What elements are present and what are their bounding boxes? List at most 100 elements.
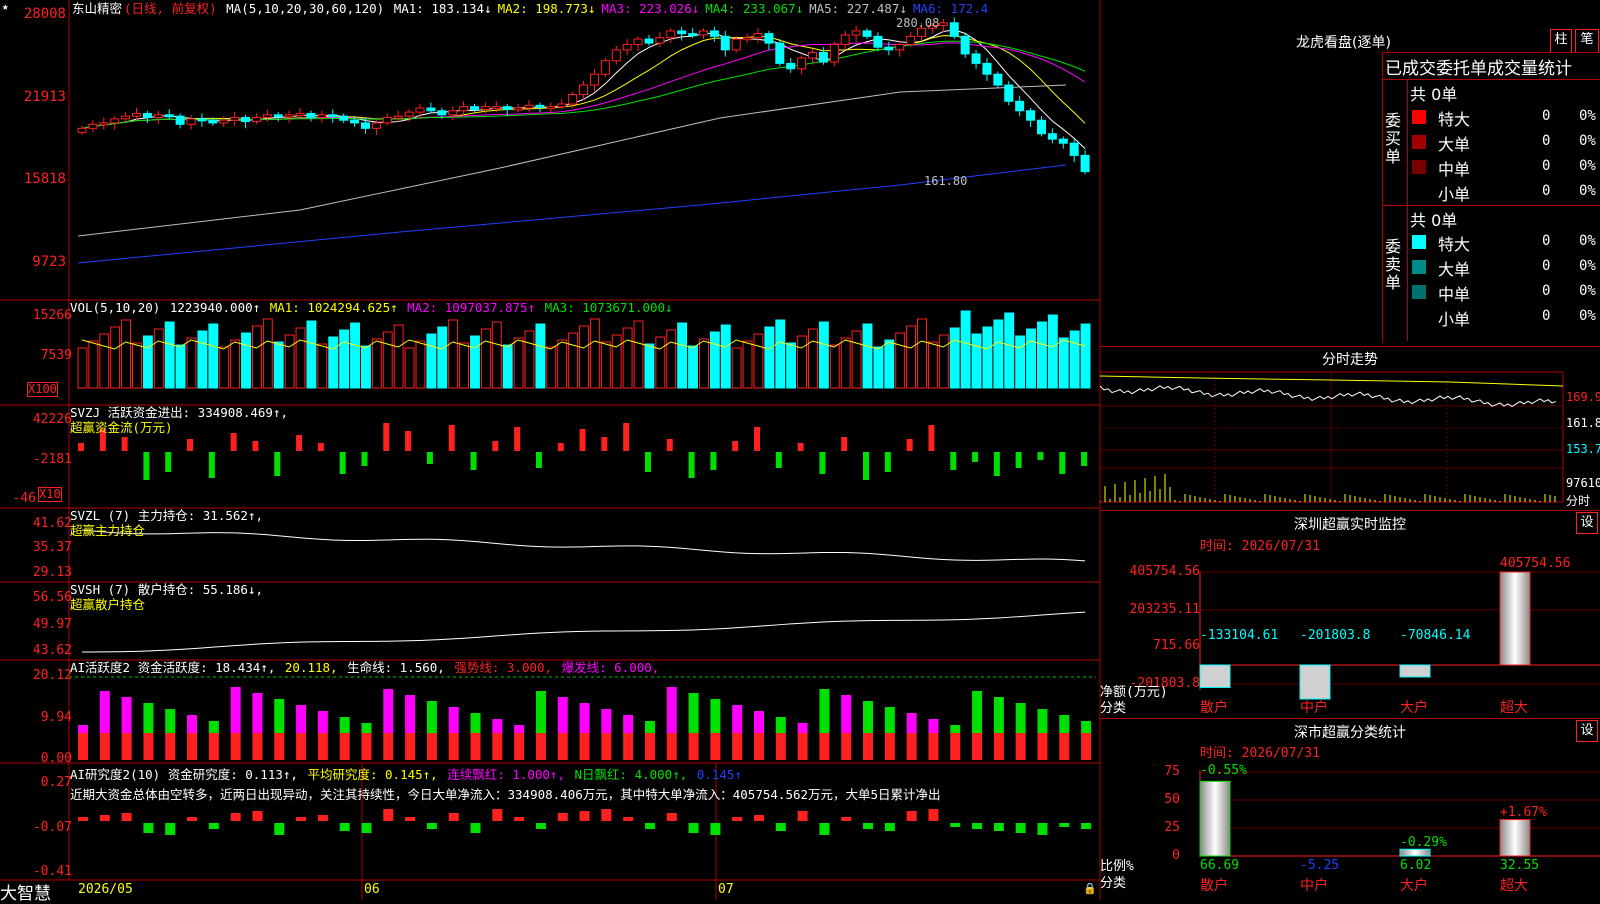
- activity-bar: [841, 695, 852, 733]
- candle-body: [262, 114, 272, 119]
- svzl-title: SVZL (7) 主力持仓: 31.562↑,: [70, 508, 263, 523]
- app-window: 东山精密 (日线, 前复权) MA(5,10,20,30,60,120) MA1:…: [0, 0, 1600, 904]
- research-bar: [993, 823, 1004, 831]
- candle-body: [470, 106, 480, 110]
- volume-bar: [644, 343, 655, 389]
- ai2-ytick: -0.41: [32, 864, 72, 879]
- volume-bar: [175, 344, 186, 389]
- monitor-bar: [1299, 664, 1331, 700]
- flow-bar-positive: [252, 441, 259, 451]
- volume-bar: [808, 328, 818, 389]
- vol-ytick: 15266: [32, 308, 72, 323]
- flow-bar-negative: [1037, 452, 1044, 460]
- volume-bar: [1069, 330, 1080, 389]
- ma6-line: [77, 164, 1067, 264]
- volume-bar: [600, 341, 611, 389]
- activity-bar: [1081, 721, 1092, 733]
- candle-body: [502, 106, 512, 110]
- volume-bar: [415, 340, 426, 389]
- flow-bar-positive: [797, 443, 804, 451]
- classify-settings-button[interactable]: 设: [1576, 720, 1598, 742]
- candle-body: [742, 37, 752, 41]
- activity-base: [1081, 733, 1092, 760]
- monitor-settings-button[interactable]: 设: [1576, 512, 1598, 534]
- volume-bar: [88, 340, 99, 389]
- lock-icon[interactable]: 🔒: [1083, 882, 1097, 895]
- buy-color-swatch: [1412, 185, 1426, 199]
- main-header: 东山精密 (日线, 前复权) MA(5,10,20,30,60,120) MA1:…: [72, 1, 996, 17]
- monitor-bar: [1499, 571, 1531, 666]
- volume-bar: [1026, 328, 1036, 389]
- buy-row-name: 大单: [1438, 135, 1471, 154]
- classify-xlabel: 分类: [1100, 876, 1127, 891]
- flow-bar-negative: [426, 452, 433, 464]
- activity-bar: [644, 721, 655, 733]
- candle-body: [688, 33, 698, 37]
- volume-bar: [273, 341, 284, 389]
- activity-base: [928, 733, 939, 760]
- period-label[interactable]: (日线, 前复权): [124, 1, 217, 16]
- activity-bar: [317, 711, 328, 733]
- classify-category: 中户: [1300, 878, 1328, 894]
- price-ytick: 21913: [23, 89, 66, 105]
- volume-bar: [491, 321, 502, 389]
- activity-bar: [1015, 703, 1026, 733]
- activity-base: [383, 733, 394, 760]
- activity-base: [78, 733, 88, 760]
- volume-bar: [1058, 337, 1069, 389]
- sell-row-pct: 0%: [1579, 233, 1596, 249]
- activity-bar: [732, 705, 743, 733]
- volume-bar: [764, 326, 775, 389]
- candle-body: [110, 118, 120, 124]
- activity-bar: [884, 707, 895, 733]
- intraday-chart[interactable]: [1100, 368, 1600, 508]
- sell-row-pct: 0%: [1579, 308, 1596, 324]
- buy-color-swatch: [1412, 160, 1426, 174]
- bar-mode-button[interactable]: 柱: [1550, 29, 1572, 53]
- activity-base: [797, 733, 808, 760]
- activity-base: [448, 733, 459, 760]
- volume-bar: [666, 329, 677, 389]
- candle-body: [480, 106, 490, 110]
- research-bar: [1059, 823, 1070, 827]
- volume-bar: [339, 329, 350, 389]
- sell-row-value: 0: [1542, 258, 1551, 274]
- research-bar: [535, 823, 546, 829]
- volume-bar: [121, 319, 132, 389]
- flow-bar-positive: [383, 423, 390, 451]
- research-bar: [208, 823, 219, 829]
- volume-bar: [633, 320, 644, 389]
- ma-params: MA(5,10,20,30,60,120): [226, 1, 385, 16]
- volume-bar: [470, 335, 480, 389]
- volume-bar: [295, 327, 306, 389]
- activity-base: [426, 733, 437, 760]
- tick-mode-button[interactable]: 笔: [1575, 29, 1599, 53]
- vol-unit: X100: [27, 382, 58, 397]
- activity-bar: [666, 687, 677, 733]
- intraday-price-line: [1100, 385, 1557, 408]
- candle-body: [284, 114, 294, 118]
- activity-base: [666, 733, 677, 760]
- sell-total: 共 0单: [1410, 211, 1458, 230]
- volume-bar: [655, 336, 666, 389]
- candle-body: [328, 114, 338, 118]
- activity-base: [601, 733, 612, 760]
- volume-bar: [622, 327, 633, 389]
- flow-bar-positive: [296, 435, 303, 451]
- flow-bar-negative: [1059, 452, 1066, 474]
- volume-bar: [262, 318, 273, 389]
- candle-body: [960, 35, 970, 55]
- research-bar: [644, 823, 655, 829]
- activity-base: [1015, 733, 1026, 760]
- ma-label: MA3: 223.026↓: [601, 1, 700, 16]
- volume-bar: [753, 333, 764, 389]
- volume-bar: [459, 342, 470, 389]
- activity-bar: [208, 721, 219, 733]
- candle-body: [175, 115, 185, 125]
- volume-bar: [1004, 312, 1015, 389]
- research-bar: [448, 813, 459, 821]
- research-bar: [841, 817, 852, 821]
- candle-body: [568, 94, 578, 105]
- candle-body: [208, 119, 218, 124]
- activity-base: [274, 733, 285, 760]
